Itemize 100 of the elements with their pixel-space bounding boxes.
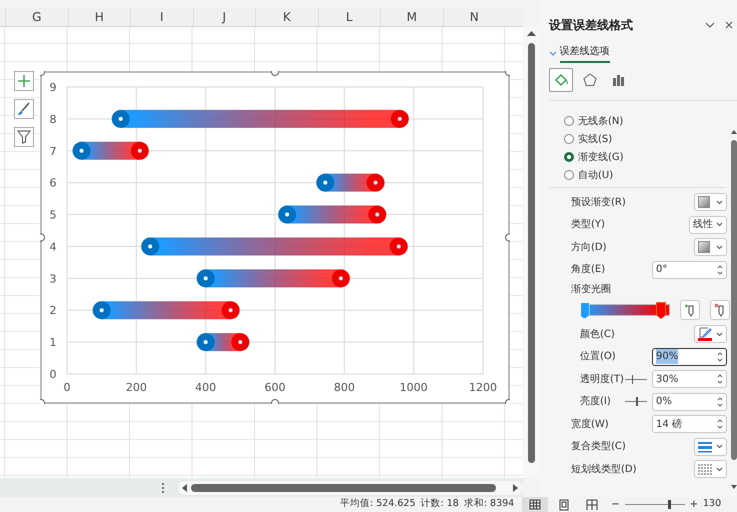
resize-handle[interactable] <box>505 71 510 76</box>
filter-icon <box>16 129 32 145</box>
data-point[interactable] <box>332 269 350 288</box>
spinner-arrows-icon[interactable] <box>717 350 723 363</box>
radio-option[interactable]: 无线条(N) <box>549 112 725 130</box>
resize-handle[interactable] <box>505 399 510 404</box>
status-stat: 平均值: 524.625 <box>340 497 416 512</box>
radio-option[interactable]: 自动(U) <box>549 166 725 184</box>
radio-option[interactable]: 渐变线(G) <box>549 148 725 166</box>
type-dropdown[interactable]: 线性 <box>689 216 727 234</box>
y-axis-label: 9 <box>50 81 56 94</box>
pentagon-icon <box>581 71 599 89</box>
field-label: 颜色(C) <box>580 328 615 342</box>
x-axis-label: 1200 <box>469 381 497 394</box>
column-header[interactable]: M <box>380 8 442 26</box>
data-point[interactable] <box>368 206 386 224</box>
resize-handle[interactable] <box>271 399 279 404</box>
chart-tool-button[interactable] <box>14 127 34 147</box>
section-tab[interactable]: 误差线选项 <box>560 44 610 62</box>
data-point[interactable] <box>196 333 215 352</box>
column-header[interactable]: K <box>255 8 318 26</box>
field-label: 方向(D) <box>571 240 607 255</box>
y-axis-label: 1 <box>50 336 56 350</box>
resize-handle[interactable] <box>505 234 510 242</box>
error-bar[interactable] <box>150 237 399 256</box>
data-point[interactable] <box>366 174 385 192</box>
x-axis-label: 600 <box>264 381 286 394</box>
resize-handle[interactable] <box>271 71 279 76</box>
error-bar[interactable] <box>120 110 400 128</box>
collapse-icon[interactable] <box>705 22 715 28</box>
data-point[interactable] <box>196 269 215 288</box>
format-tab[interactable] <box>549 68 573 92</box>
gradient-stop-handle[interactable] <box>656 302 666 319</box>
view-button[interactable] <box>522 497 548 512</box>
chart-tool-button[interactable] <box>14 99 34 119</box>
spinner-field[interactable]: 0% <box>652 392 727 411</box>
spinner-arrows-icon[interactable] <box>717 373 723 386</box>
column-header[interactable]: J <box>192 8 255 26</box>
data-point[interactable] <box>390 237 408 256</box>
add-stop-button[interactable] <box>680 300 700 320</box>
zoom-thumb[interactable] <box>668 500 672 509</box>
data-point[interactable] <box>141 237 160 256</box>
chevron-down-icon <box>716 222 723 228</box>
zoom-out-button[interactable]: − <box>611 497 620 512</box>
column-header[interactable]: H <box>68 8 130 26</box>
error-bar[interactable] <box>82 142 140 160</box>
column-header[interactable]: I <box>130 8 192 26</box>
x-axis-label: 1000 <box>400 381 428 394</box>
error-bar[interactable] <box>206 269 341 288</box>
resize-handle[interactable] <box>40 71 45 76</box>
data-point[interactable] <box>390 110 409 128</box>
gradient-dropdown[interactable] <box>694 238 727 256</box>
column-header[interactable]: L <box>318 8 380 26</box>
page-break-icon <box>586 498 598 510</box>
spinner-field[interactable]: 0° <box>652 260 727 279</box>
data-point[interactable] <box>72 142 91 160</box>
horizontal-scrollbar[interactable] <box>178 480 523 494</box>
dashed-lines-icon <box>698 463 712 476</box>
chart-tool-button[interactable] <box>14 71 34 91</box>
color-dropdown[interactable] <box>694 325 727 344</box>
spinner-field[interactable]: 30% <box>652 370 727 388</box>
y-axis-label: 3 <box>50 272 56 286</box>
field-label: 亮度(I) <box>580 394 611 410</box>
chevron-down-icon <box>716 444 723 450</box>
error-bar[interactable] <box>287 206 378 224</box>
data-point[interactable] <box>222 301 240 320</box>
dash-type-dropdown[interactable] <box>694 460 727 478</box>
spinner-arrows-icon[interactable] <box>717 396 723 408</box>
data-point[interactable] <box>278 206 296 224</box>
data-point[interactable] <box>316 174 334 192</box>
data-point[interactable] <box>130 142 149 160</box>
zoom-in-button[interactable]: + <box>690 497 698 512</box>
remove-stop-button[interactable] <box>710 300 730 320</box>
spinner-arrows-icon[interactable] <box>717 418 723 430</box>
column-header[interactable]: N <box>442 8 505 26</box>
spinner-arrows-icon[interactable] <box>717 264 723 276</box>
data-point[interactable] <box>92 301 111 320</box>
more-options-icon[interactable] <box>160 482 166 494</box>
x-axis-label: 400 <box>195 381 216 394</box>
add-stop-icon <box>684 303 696 317</box>
vertical-scrollbar[interactable] <box>523 27 540 478</box>
field-label: 位置(O) <box>580 350 616 364</box>
gradient-swatch-icon <box>698 196 710 208</box>
chevron-down-icon <box>716 244 723 250</box>
spinner-field[interactable]: 90% <box>652 348 727 366</box>
error-bar[interactable] <box>206 333 240 352</box>
radio-option[interactable]: 实线(S) <box>549 130 725 148</box>
spinner-field[interactable]: 14 磅 <box>652 415 727 434</box>
error-bar[interactable] <box>325 174 376 192</box>
chevron-down-icon[interactable] <box>549 50 557 56</box>
resize-handle[interactable] <box>40 399 45 404</box>
data-point[interactable] <box>112 110 130 128</box>
gradient-dropdown[interactable] <box>694 193 727 212</box>
data-point[interactable] <box>231 333 250 352</box>
compound-type-dropdown[interactable] <box>694 438 727 456</box>
column-header[interactable]: G <box>5 8 68 26</box>
error-bar[interactable] <box>102 301 231 320</box>
field-label: 复合类型(C) <box>571 440 626 454</box>
close-icon[interactable] <box>725 21 733 29</box>
resize-handle[interactable] <box>40 234 45 242</box>
